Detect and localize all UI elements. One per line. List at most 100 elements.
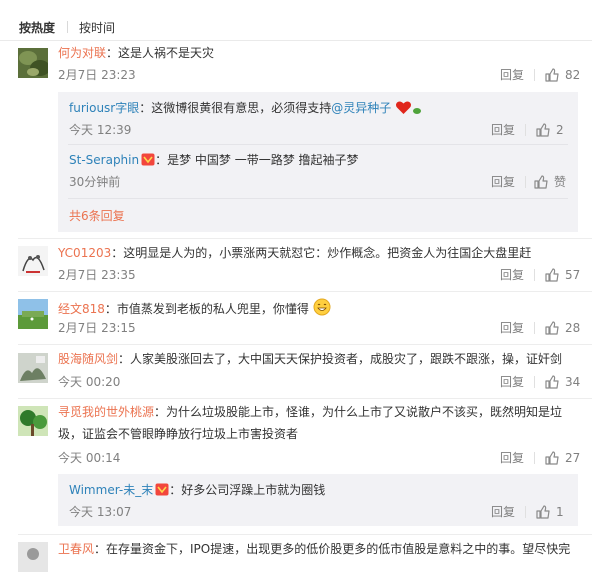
comment-divider [18,534,592,535]
action-separator [525,176,526,188]
sort-tabs: 按热度 按时间 [19,19,115,35]
comment-username[interactable]: 经文818 [58,302,105,316]
comment-username[interactable]: 寻觅我的世外桃源 [58,405,154,419]
comment-text: ：在存量资金下，IPO提速，出现更多的低价股更多的低市值股是意料之中的事。望尽快… [94,542,571,556]
reply-body: Wimmer-未_末 ：好多公司浮躁上市就为圈钱 [69,482,325,498]
avatar[interactable] [18,353,48,383]
like-button[interactable]: 2 [536,122,564,138]
reply-button[interactable]: 回复 [500,320,524,336]
action-separator [534,452,535,464]
reply-button[interactable]: 回复 [500,267,524,283]
tab-sort-time[interactable]: 按时间 [79,19,115,36]
comment-body: 寻觅我的世外桃源：为什么垃圾股能上市，怪谁，为什么上市了又说散户不该买，既然明知… [58,401,578,445]
like-button[interactable]: 赞 [534,174,566,190]
comment-username[interactable]: 股海随风剑 [58,352,118,366]
reply-body: St-Seraphin ：是梦 中国梦 一带一路梦 撸起袖子梦 [69,152,359,168]
like-button[interactable]: 1 [536,504,564,520]
comment-body: 经文818：市值蒸发到老板的私人兜里，你懂得 [58,298,331,320]
reply-text: ：好多公司浮躁上市就为圈钱 [169,483,326,497]
comment-time: 今天 00:20 [58,375,121,389]
thumbs-up-icon [534,175,548,189]
reply-username[interactable]: St-Seraphin [69,153,139,167]
action-separator [525,506,526,518]
comment-username[interactable]: YC01203 [58,246,111,260]
comment-body: YC01203：这明显是人为的，小票涨两天就怼它：炒作概念。把资金人为往国企大盘… [58,245,531,261]
thumbs-up-icon [545,451,559,465]
comment-body: 股海随风剑：人家美股涨回去了，大中国天天保护投资者，成股灾了，跟跌不跟涨，操，证… [58,351,562,367]
like-button[interactable]: 27 [545,450,580,466]
reply-button[interactable]: 回复 [491,122,515,138]
like-count: 1 [556,505,564,519]
reply-username[interactable]: furiousr字眼 [69,101,139,115]
reply-button[interactable]: 回复 [491,174,515,190]
thumbs-up-icon [545,321,559,335]
avatar[interactable] [18,299,48,329]
reply-body: furiousr字眼：这微博很黄很有意思，必须得支持@灵异种子 [69,100,422,119]
reply-divider [68,144,568,145]
reply-time: 30分钟前 [69,175,121,189]
reply-list: Wimmer-未_末 ：好多公司浮躁上市就为圈钱 今天 13:07 回复 1 [58,474,578,526]
reply-button[interactable]: 回复 [500,374,524,390]
reply-time: 今天 13:07 [69,505,132,519]
like-count: 34 [565,375,581,389]
comment-divider [18,398,592,399]
comment-time: 2月7日 23:23 [58,68,136,82]
reply-text: ：这微博很黄很有意思，必须得支持 [139,101,332,115]
comment-username[interactable]: 卫春风 [58,542,94,556]
action-separator [534,69,535,81]
reply-time: 今天 12:39 [69,123,132,137]
vip-badge-icon [141,153,155,166]
thumbs-up-icon [536,123,550,137]
tab-sort-hot[interactable]: 按热度 [19,19,55,36]
comment-text: ：这明显是人为的，小票涨两天就怼它：炒作概念。把资金人为往国企大盘里赶 [111,246,532,260]
thumbs-up-icon [545,375,559,389]
like-count: 82 [565,68,581,82]
reply-divider [68,198,568,199]
avatar[interactable] [18,48,48,78]
comment-body: 何为对联：这是人祸不是天灾 [58,45,214,61]
reply-username[interactable]: Wimmer-未_末 [69,483,153,497]
vip-badge-icon [155,483,169,496]
leaf-emoji-icon [412,103,422,119]
like-count: 2 [556,123,564,137]
comment-time: 2月7日 23:35 [58,268,136,282]
reply-list: furiousr字眼：这微博很黄很有意思，必须得支持@灵异种子 今天 12:39… [58,92,578,232]
tab-separator [67,21,69,33]
comment-time: 今天 00:14 [58,451,121,465]
like-label: 赞 [554,175,567,189]
avatar[interactable] [18,406,48,436]
like-count: 27 [565,451,581,465]
reply-text: ：是梦 中国梦 一带一路梦 撸起袖子梦 [155,153,359,167]
comment-time: 2月7日 23:15 [58,321,136,335]
action-separator [534,376,535,388]
reply-button[interactable]: 回复 [500,67,524,83]
mention-link[interactable]: @灵异种子 [331,101,391,115]
action-separator [534,322,535,334]
comment-text: ：这是人祸不是天灾 [106,46,215,60]
like-button[interactable]: 57 [545,267,580,283]
comment-username[interactable]: 何为对联 [58,46,106,60]
like-button[interactable]: 34 [545,374,580,390]
comment-divider [18,291,592,292]
header-divider [0,40,592,41]
action-separator [525,124,526,136]
comment-text: ：市值蒸发到老板的私人兜里，你懂得 [104,302,309,316]
comment-text: ：人家美股涨回去了，大中国天天保护投资者，成股灾了，跟跌不跟涨，操，证奸剑 [118,352,563,366]
comment-divider [18,344,592,345]
thumbs-up-icon [536,505,550,519]
avatar[interactable] [18,246,48,276]
thumbs-up-icon [545,268,559,282]
thumbs-up-icon [545,68,559,82]
avatar[interactable] [18,542,48,572]
like-button[interactable]: 28 [545,320,580,336]
like-count: 28 [565,321,581,335]
grin-emoji-icon [313,298,331,320]
like-button[interactable]: 82 [545,67,580,83]
reply-button[interactable]: 回复 [500,450,524,466]
like-count: 57 [565,268,581,282]
comment-divider [18,238,592,239]
heart-emoji-icon [395,100,412,119]
more-replies-link[interactable]: 共6条回复 [69,207,125,224]
action-separator [534,269,535,281]
reply-button[interactable]: 回复 [491,504,515,520]
